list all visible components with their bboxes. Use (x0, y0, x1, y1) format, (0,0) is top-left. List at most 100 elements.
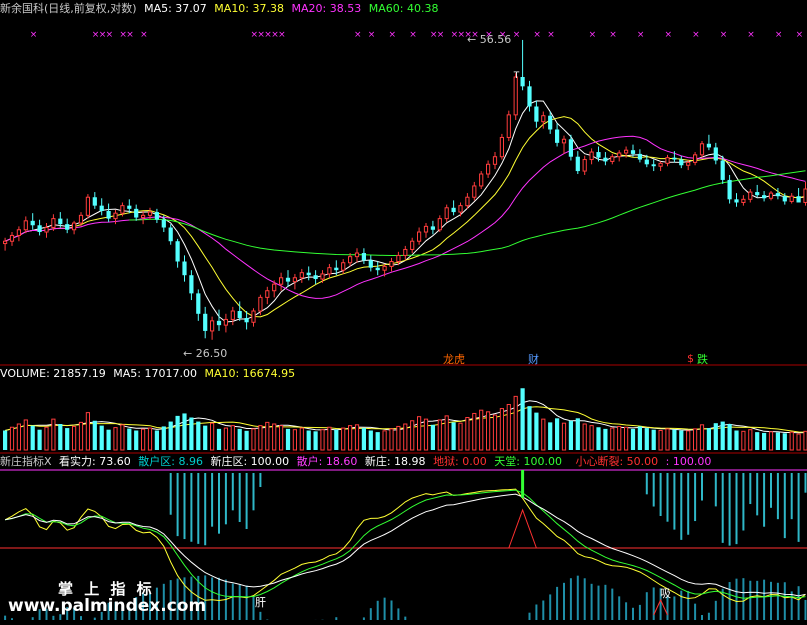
candle[interactable] (410, 237, 415, 254)
volume-bar[interactable] (334, 429, 339, 450)
candle[interactable] (299, 268, 304, 283)
candle[interactable] (755, 184, 760, 198)
candle[interactable] (582, 155, 587, 175)
volume-bar[interactable] (589, 425, 594, 451)
candle[interactable] (175, 238, 180, 268)
candle[interactable] (444, 204, 449, 222)
candle[interactable] (713, 142, 718, 165)
volume-bar[interactable] (161, 426, 166, 450)
candle[interactable] (499, 133, 504, 160)
candle[interactable] (527, 80, 532, 112)
volume-bar[interactable] (506, 404, 511, 451)
candle[interactable] (734, 193, 739, 207)
volume-bar[interactable] (665, 428, 670, 451)
volume-bar[interactable] (99, 425, 104, 450)
volume-bar[interactable] (16, 423, 21, 451)
event-marker-die[interactable]: 跌 (697, 351, 708, 367)
volume-bar[interactable] (541, 418, 546, 451)
volume-bar[interactable] (168, 421, 173, 450)
volume-bar[interactable] (568, 420, 573, 450)
volume-bar[interactable] (210, 422, 215, 451)
candle[interactable] (748, 188, 753, 203)
candle[interactable] (520, 39, 525, 91)
volume-bar[interactable] (410, 420, 415, 451)
volume-bar[interactable] (30, 425, 35, 450)
volume-bar[interactable] (603, 428, 608, 450)
candle[interactable] (651, 159, 656, 172)
candle[interactable] (9, 232, 15, 246)
volume-bar[interactable] (354, 424, 360, 451)
volume-bar[interactable] (396, 425, 401, 451)
candle[interactable] (354, 248, 360, 263)
volume-bar[interactable] (713, 423, 718, 450)
volume-bar[interactable] (23, 419, 28, 451)
candle[interactable] (575, 151, 580, 174)
volume-bar[interactable] (637, 426, 642, 450)
candle[interactable] (196, 289, 201, 321)
candle[interactable] (506, 110, 511, 142)
candle[interactable] (265, 286, 270, 305)
volume-bar[interactable] (789, 431, 794, 451)
volume-bar[interactable] (527, 406, 532, 450)
candle[interactable] (134, 204, 139, 221)
candle[interactable] (589, 148, 594, 165)
candle[interactable] (203, 306, 208, 339)
event-marker-dollar[interactable]: $ (687, 352, 694, 365)
candle[interactable] (693, 152, 698, 166)
candle[interactable] (423, 223, 429, 238)
volume-bar[interactable] (306, 430, 311, 451)
volume-bar[interactable] (706, 428, 711, 450)
volume-bar[interactable] (285, 428, 291, 450)
volume-bar[interactable] (762, 432, 767, 450)
volume-bar[interactable] (492, 414, 498, 451)
volume-bars[interactable] (3, 388, 807, 451)
volume-bar[interactable] (644, 428, 649, 450)
volume-bar[interactable] (258, 425, 263, 451)
candle[interactable] (99, 198, 104, 216)
volume-bar[interactable] (320, 429, 325, 451)
candle[interactable] (92, 192, 97, 209)
volume-bar[interactable] (9, 426, 15, 451)
candle[interactable] (679, 155, 684, 169)
volume-bar[interactable] (196, 421, 201, 450)
candle[interactable] (210, 316, 215, 340)
volume-bar[interactable] (389, 428, 394, 451)
candle[interactable] (44, 223, 49, 238)
candle[interactable] (762, 191, 767, 202)
candle[interactable] (706, 134, 711, 151)
volume-bar[interactable] (782, 433, 787, 450)
volume-bar[interactable] (3, 430, 8, 451)
volume-bar[interactable] (479, 409, 484, 451)
volume-bar[interactable] (44, 426, 49, 451)
candle[interactable] (479, 171, 484, 189)
volume-bar[interactable] (368, 430, 373, 451)
candle[interactable] (430, 220, 435, 235)
volume-bar[interactable] (375, 432, 380, 450)
volume-bar[interactable] (189, 417, 194, 451)
volume-bar[interactable] (575, 418, 580, 450)
volume-bar[interactable] (630, 428, 636, 450)
volume-bar[interactable] (720, 421, 725, 450)
volume-bar[interactable] (51, 418, 56, 451)
volume-bar[interactable] (796, 433, 801, 451)
volume-bar[interactable] (582, 423, 587, 451)
candle[interactable] (37, 219, 42, 236)
volume-bar[interactable] (624, 426, 629, 451)
candle[interactable] (451, 200, 456, 216)
volume-bar[interactable] (223, 427, 229, 451)
volume-bar[interactable] (341, 427, 346, 451)
volume-bar[interactable] (279, 425, 284, 451)
volume-bar[interactable] (58, 424, 63, 450)
volume-bar[interactable] (430, 424, 435, 450)
volume-bar[interactable] (693, 428, 698, 451)
volume-bar[interactable] (741, 430, 746, 451)
candle[interactable] (775, 187, 780, 200)
volume-bar[interactable] (768, 431, 774, 451)
volume-bar[interactable] (37, 429, 42, 450)
candle[interactable] (361, 248, 366, 264)
candle[interactable] (368, 255, 373, 272)
candle[interactable] (492, 152, 498, 170)
candle[interactable] (23, 216, 28, 234)
candle[interactable] (472, 181, 477, 201)
candle[interactable] (727, 174, 732, 204)
